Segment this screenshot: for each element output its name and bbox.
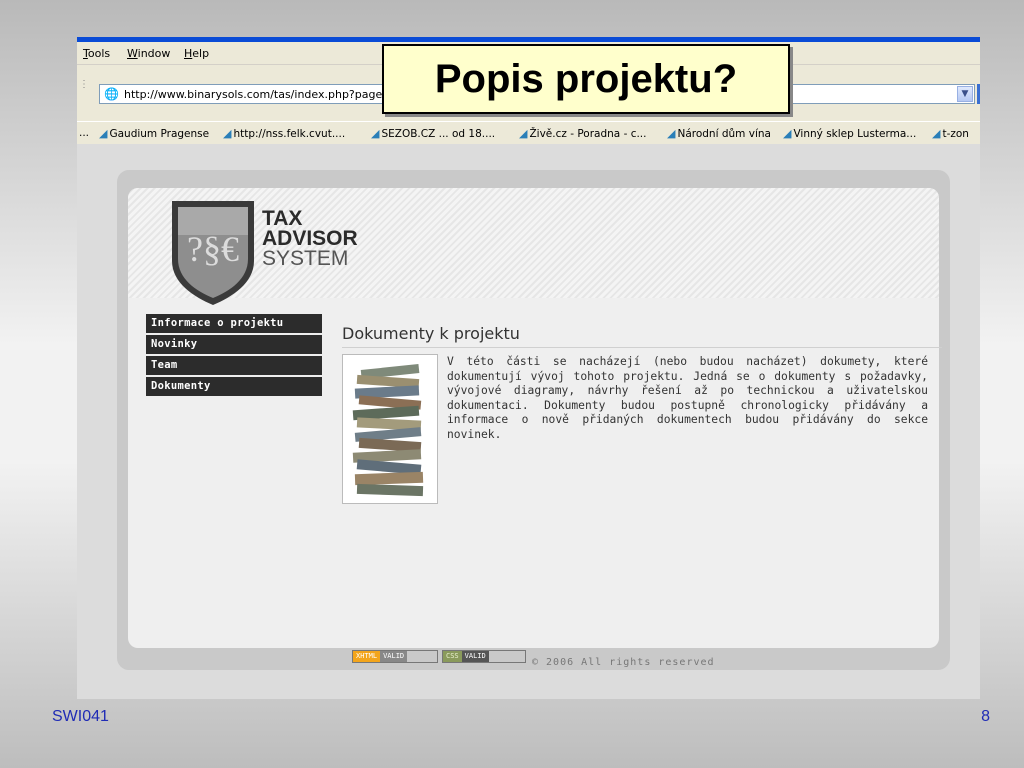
favorite-label: Živě.cz - Poradna - c... — [529, 128, 647, 140]
xhtml-valid-badge[interactable]: XHTML VALID — [352, 650, 438, 663]
slide-page-number: 8 — [981, 708, 990, 725]
bookmark-icon: ◢ — [223, 127, 232, 140]
page-icon: 🌐 — [104, 87, 119, 101]
favorite-label: Národní dům vína — [677, 128, 771, 140]
favorites-overflow[interactable]: ... — [79, 127, 89, 139]
web-page: ?§€ TAX ADVISOR SYSTEM Informace o proje… — [77, 144, 980, 699]
bookmark-icon: ◢ — [783, 127, 792, 140]
favorite-label: http://nss.felk.cvut.... — [233, 128, 346, 140]
favorite-label: Gaudium Pragense — [109, 128, 210, 140]
copyright-text: © 2006 All rights reserved — [532, 657, 715, 668]
menu-tools[interactable]: Tools — [83, 47, 110, 60]
badge-value: VALID — [461, 651, 489, 662]
css-valid-badge[interactable]: CSS VALID — [442, 650, 526, 663]
books-image — [342, 354, 438, 504]
content-title: Dokumenty k projektu — [342, 324, 520, 343]
favorite-label: Vinný sklep Lusterma... — [793, 128, 917, 140]
favorite-label: SEZOB.CZ ... od 18.... — [381, 128, 496, 140]
shield-logo-icon: ?§€ — [172, 201, 254, 305]
badge-key: CSS — [443, 651, 462, 662]
books-stack-icon — [352, 363, 424, 497]
favorite-item[interactable]: ◢ http://nss.felk.cvut.... — [223, 127, 345, 140]
logo-seal-text: ?§€ — [187, 229, 239, 269]
site-nav: Informace o projektu Novinky Team Dokume… — [146, 314, 322, 398]
favorites-bar: ... ◢ Gaudium Pragense ◢ http://nss.felk.c… — [77, 121, 980, 145]
favorite-label: t-zon — [942, 128, 969, 140]
slide-footer-course: SWI041 — [52, 708, 109, 725]
nav-item-novinky[interactable]: Novinky — [146, 335, 322, 354]
favorite-item[interactable]: ◢ Vinný sklep Lusterma... — [783, 127, 916, 140]
bookmark-icon: ◢ — [667, 127, 676, 140]
bookmark-icon: ◢ — [99, 127, 108, 140]
slide-title: Popis projektu? — [382, 44, 790, 114]
bookmark-icon: ◢ — [371, 127, 380, 140]
go-button-edge[interactable] — [977, 84, 980, 104]
content-paragraph: V této části se nacházejí (nebo budou na… — [447, 355, 928, 441]
bookmark-icon: ◢ — [519, 127, 528, 140]
bookmark-icon: ◢ — [932, 127, 941, 140]
logo-wordmark: TAX ADVISOR SYSTEM — [262, 207, 358, 270]
logo-line-tax: TAX — [262, 207, 303, 230]
badge-value: VALID — [380, 651, 408, 662]
favorite-item[interactable]: ◢ t-zon — [932, 127, 969, 140]
badge-key: XHTML — [353, 651, 381, 662]
logo-line-advisor: ADVISOR — [262, 227, 358, 250]
favorite-item[interactable]: ◢ Národní dům vína — [667, 127, 771, 140]
toolbar-grip: ⋮ — [79, 79, 89, 90]
menu-help[interactable]: Help — [184, 47, 209, 60]
favorite-item[interactable]: ◢ SEZOB.CZ ... od 18.... — [371, 127, 495, 140]
nav-item-informace[interactable]: Informace o projektu — [146, 314, 322, 333]
logo-line-system: SYSTEM — [262, 247, 349, 270]
favorite-item[interactable]: ◢ Gaudium Pragense — [99, 127, 209, 140]
menu-window[interactable]: Window — [127, 47, 170, 60]
address-url[interactable]: http://www.binarysols.com/tas/index.php?… — [124, 88, 391, 101]
browser-screenshot: Tools Window Help ⋮ 🌐 http://www.binarys… — [77, 37, 980, 699]
nav-item-team[interactable]: Team — [146, 356, 322, 375]
favorite-item[interactable]: ◢ Živě.cz - Poradna - c... — [519, 127, 646, 140]
address-dropdown-icon[interactable]: ▼ — [957, 86, 973, 102]
nav-item-dokumenty[interactable]: Dokumenty — [146, 377, 322, 396]
content-divider — [342, 347, 942, 348]
